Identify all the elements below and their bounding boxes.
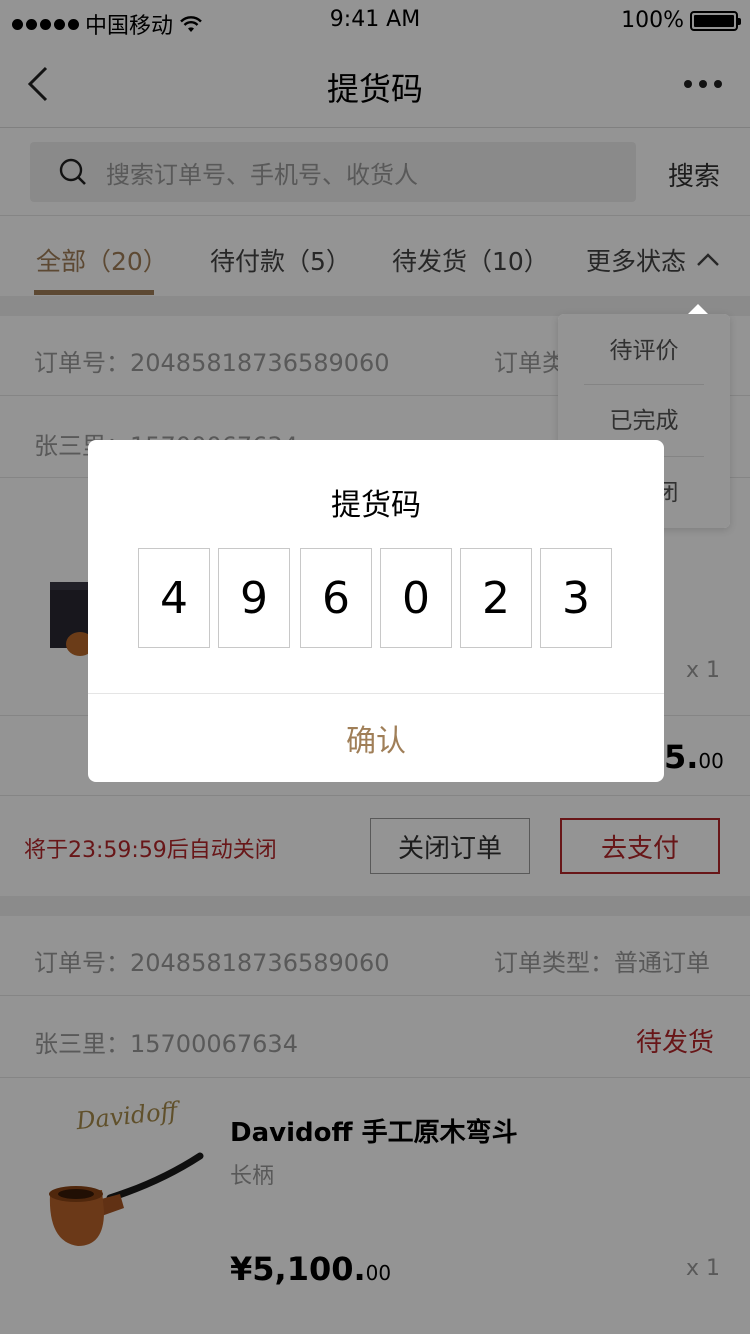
code-digit: 9 xyxy=(218,548,290,648)
code-digit: 2 xyxy=(460,548,532,648)
code-digit: 4 xyxy=(138,548,210,648)
code-digit: 6 xyxy=(300,548,372,648)
code-digit: 3 xyxy=(540,548,612,648)
confirm-button[interactable]: 确认 xyxy=(88,694,664,782)
dialog-title: 提货码 xyxy=(331,488,421,523)
code-digit: 0 xyxy=(380,548,452,648)
pickup-code-dialog: 提货码 4 9 6 0 2 3 确认 xyxy=(88,440,664,782)
